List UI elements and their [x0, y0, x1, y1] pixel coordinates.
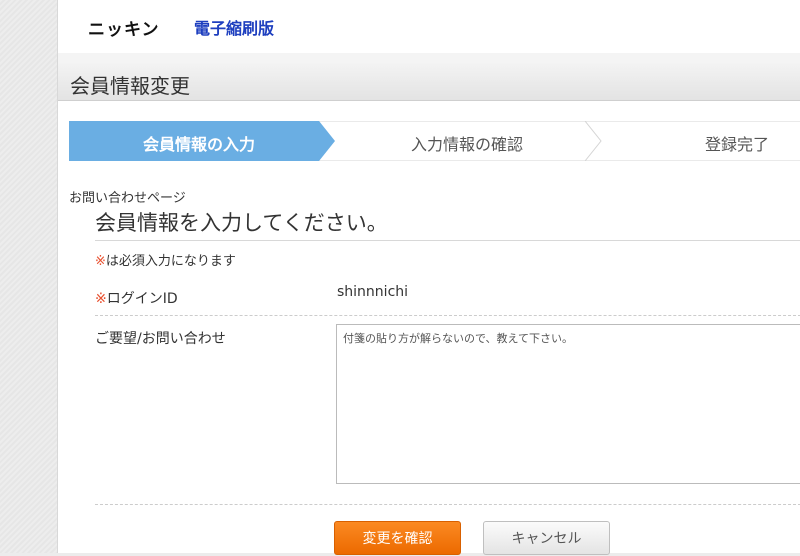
required-note: ※は必須入力になります — [95, 250, 236, 269]
page-title: 会員情報変更 — [70, 74, 190, 98]
login-id-label-text: ログインID — [106, 291, 178, 307]
login-id-label: ※ログインID — [95, 288, 178, 308]
confirm-change-button[interactable]: 変更を確認 — [334, 521, 461, 555]
logo-product: 電子縮刷版 — [194, 19, 275, 38]
cancel-button[interactable]: キャンセル — [483, 521, 610, 555]
required-mark: ※ — [95, 254, 106, 269]
row-divider — [95, 504, 800, 505]
step-input: 会員情報の入力 — [143, 135, 256, 154]
contact-page-label: お問い合わせページ — [69, 191, 186, 206]
page-background — [0, 0, 57, 553]
row-divider — [95, 315, 800, 316]
form-heading: 会員情報を入力してください。 — [95, 211, 388, 235]
logo-brand: ニッキン — [88, 20, 160, 40]
site-logo[interactable]: ニッキン 電子縮刷版 — [66, 5, 318, 43]
title-bar: 会員情報変更 — [58, 63, 800, 101]
progress-steps: 会員情報の入力 入力情報の確認 登録完了 — [69, 121, 800, 161]
inquiry-textarea[interactable]: 付箋の貼り方が解らないので、教えて下さい。 — [336, 324, 800, 484]
inquiry-label: ご要望/お問い合わせ — [95, 331, 226, 347]
main-page: ニッキン 電子縮刷版 会員情報変更 会員情報の入力 入力情報の確認 登録完了 お… — [57, 0, 800, 555]
heading-divider — [95, 240, 800, 241]
login-id-value: shinnnichi — [337, 284, 409, 300]
required-mark: ※ — [95, 291, 107, 307]
step-complete: 登録完了 — [705, 135, 770, 154]
required-note-text: は必須入力になります — [105, 254, 236, 269]
step-confirm: 入力情報の確認 — [411, 135, 524, 154]
